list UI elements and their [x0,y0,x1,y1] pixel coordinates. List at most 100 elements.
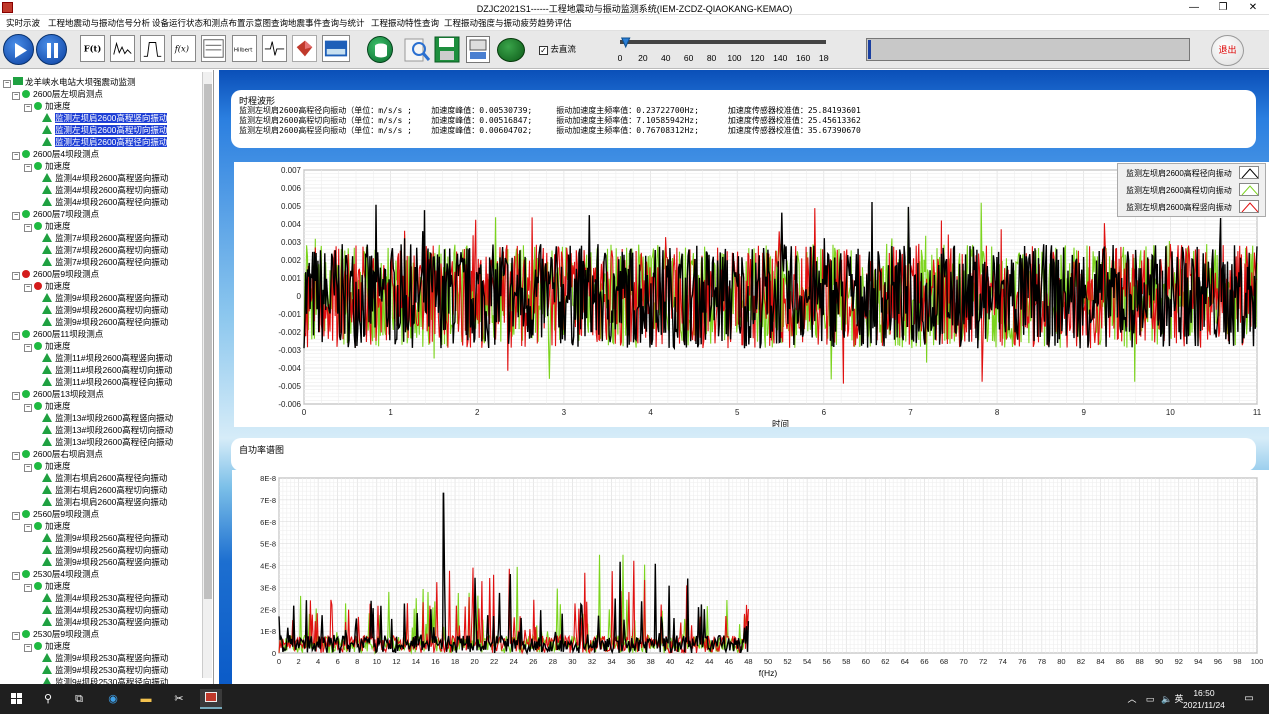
dc-removal-checkbox[interactable]: ✓ 去直流 [539,43,576,55]
collapse-toggle-icon[interactable]: − [24,164,32,172]
collapse-toggle-icon[interactable]: − [12,512,20,520]
tree-sensor-3-2[interactable]: 监测9#坝段2600高程径向振动 [42,316,168,328]
menu-vibration-fatigue[interactable]: 工程振动强度与振动疲劳趋势评估 [444,17,572,29]
tree-sensor-7-0[interactable]: 监测9#坝段2560高程径向振动 [42,532,168,544]
tree-root[interactable]: − 龙羊峡水电站大坝强震动监测 [3,76,136,88]
harmonic-analysis-button[interactable] [201,35,226,62]
tree-group-0[interactable]: − 2600层左坝肩测点 [12,88,103,100]
notification-icon[interactable]: ▭ [1238,689,1260,709]
taskbar-clock[interactable]: 16:50 2021/11/24 [1183,687,1225,711]
tree-sensor-5-0[interactable]: 监测13#坝段2600高程竖向振动 [42,412,173,424]
collapse-toggle-icon[interactable]: − [12,632,20,640]
collapse-toggle-icon[interactable]: − [12,392,20,400]
time-function-button[interactable]: F(t) [80,35,105,62]
tree-group-7[interactable]: − 2560层9坝段测点 [12,508,99,520]
collapse-toggle-icon[interactable]: − [12,152,20,160]
print-button[interactable] [466,36,490,63]
tree-sensor-8-0[interactable]: 监测4#坝段2530高程径向振动 [42,592,168,604]
tree-sensor-0-2[interactable]: 监测左坝肩2600高程径向振动 [42,136,168,148]
collapse-toggle-icon[interactable]: − [24,524,32,532]
menu-device-status[interactable]: 设备运行状态和测点布置示意图查询 [152,17,288,29]
edge-browser-icon[interactable]: ◉ [102,689,124,709]
green-indicator-button[interactable] [497,38,525,62]
tree-sensor-6-0[interactable]: 监测右坝肩2600高程径向振动 [42,472,167,484]
tree-sensor-3-0[interactable]: 监测9#坝段2600高程竖向振动 [42,292,168,304]
collapse-toggle-icon[interactable]: − [24,404,32,412]
collapse-toggle-icon[interactable]: − [12,92,20,100]
time-waveform-chart[interactable]: 0 1 2 3 4 5 6 7 8 9 10 11 0.007 0.006 0.005 0.004 0.003 0… [234,162,1269,427]
tools-icon[interactable]: ✂ [168,689,190,709]
minimize-button[interactable]: — [1179,0,1209,15]
exit-button[interactable]: 退出 [1211,35,1244,66]
tree-sensor-1-0[interactable]: 监测4#坝段2600高程竖向振动 [42,172,168,184]
tree-accel-5[interactable]: − 加速度 [24,400,71,412]
tree-sensor-5-2[interactable]: 监测13#坝段2600高程径向振动 [42,436,173,448]
tree-sensor-6-2[interactable]: 监测右坝肩2600高程竖向振动 [42,496,167,508]
tree-group-1[interactable]: − 2600层4坝段测点 [12,148,99,160]
tree-sensor-8-2[interactable]: 监测4#坝段2530高程竖向振动 [42,616,168,628]
tree-group-9[interactable]: − 2530层9坝段测点 [12,628,99,640]
search-icon[interactable]: ⚲ [37,689,59,709]
tree-sensor-8-1[interactable]: 监测4#坝段2530高程切向振动 [42,604,168,616]
collapse-toggle-icon[interactable]: − [3,80,11,88]
close-button[interactable]: ✕ [1238,0,1268,15]
tree-sensor-2-2[interactable]: 监测7#坝段2600高程径向振动 [42,256,168,268]
collapse-toggle-icon[interactable]: − [24,104,32,112]
tree-accel-0[interactable]: − 加速度 [24,100,71,112]
collapse-toggle-icon[interactable]: − [24,224,32,232]
tree-sensor-2-1[interactable]: 监测7#坝段2600高程切向振动 [42,244,168,256]
collapse-toggle-icon[interactable]: − [24,584,32,592]
tree-scrollbar[interactable] [202,72,212,678]
tree-accel-6[interactable]: − 加速度 [24,460,71,472]
collapse-toggle-icon[interactable]: − [24,464,32,472]
menu-vibration-characteristics[interactable]: 工程振动特性查询 [371,17,439,29]
3d-view-button[interactable] [292,35,317,62]
tree-sensor-7-1[interactable]: 监测9#坝段2560高程切向振动 [42,544,168,556]
tree-sensor-9-0[interactable]: 监测9#坝段2530高程竖向振动 [42,652,168,664]
tree-sensor-2-0[interactable]: 监测7#坝段2600高程竖向振动 [42,232,168,244]
tree-group-8[interactable]: − 2530层4坝段测点 [12,568,99,580]
maximize-button[interactable]: ❐ [1208,0,1238,15]
tree-scrollbar-thumb[interactable] [204,84,212,599]
windows-start-icon[interactable] [11,693,23,705]
fx-button[interactable]: f(x) [171,35,196,62]
tree-sensor-5-1[interactable]: 监测13#坝段2600高程切向振动 [42,424,173,436]
power-spectrum-chart[interactable]: 0 2 4 6 8 10 12 14 16 18 20 22 24 26 28 30 32 34 36 38 40 42 4… [232,470,1269,684]
tree-sensor-6-1[interactable]: 监测右坝肩2600高程切向振动 [42,484,167,496]
image-view-button[interactable] [322,35,350,62]
collapse-toggle-icon[interactable]: − [12,452,20,460]
time-slider[interactable]: 0 20 40 60 80 100 120 140 160 180 [617,35,829,65]
tree-group-6[interactable]: − 2600层右坝肩测点 [12,448,103,460]
tree-accel-8[interactable]: − 加速度 [24,580,71,592]
pause-button[interactable] [36,34,67,65]
search-button[interactable] [402,35,432,65]
tree-accel-3[interactable]: − 加速度 [24,280,71,292]
tree-sensor-9-2[interactable]: 监测9#坝段2530高程径向振动 [42,676,168,684]
tree-sensor-1-1[interactable]: 监测4#坝段2600高程切向振动 [42,184,168,196]
tree-sensor-0-1[interactable]: 监测左坝肩2600高程切向振动 [42,124,168,136]
collapse-toggle-icon[interactable]: − [12,272,20,280]
tree-sensor-4-2[interactable]: 监测11#坝段2600高程径向振动 [42,376,172,388]
tree-accel-4[interactable]: − 加速度 [24,340,71,352]
file-explorer-icon[interactable]: ▬ [135,689,157,709]
collapse-toggle-icon[interactable]: − [12,572,20,580]
tree-accel-2[interactable]: − 加速度 [24,220,71,232]
tree-sensor-7-2[interactable]: 监测9#坝段2560高程竖向振动 [42,556,168,568]
app-taskbar-icon[interactable] [200,689,222,709]
menu-realtime[interactable]: 实时示波 [6,17,40,29]
tree-sensor-1-2[interactable]: 监测4#坝段2600高程径向振动 [42,196,168,208]
database-button[interactable] [367,36,393,63]
tree-sensor-3-1[interactable]: 监测9#坝段2600高程切向振动 [42,304,168,316]
filter-button[interactable] [140,35,165,62]
waveform-button[interactable] [262,35,287,62]
play-button[interactable] [3,34,34,65]
tree-group-3[interactable]: − 2600层9坝段测点 [12,268,99,280]
menu-earthquake-events[interactable]: 地震事件查询与统计 [288,17,365,29]
collapse-toggle-icon[interactable]: − [24,644,32,652]
tree-accel-7[interactable]: − 加速度 [24,520,71,532]
tree-sensor-4-1[interactable]: 监测11#坝段2600高程切向振动 [42,364,172,376]
fft-button[interactable] [110,35,135,62]
tree-group-4[interactable]: − 2600层11坝段测点 [12,328,103,340]
hilbert-button[interactable]: Hilbert [232,35,257,62]
save-button[interactable] [434,36,460,63]
